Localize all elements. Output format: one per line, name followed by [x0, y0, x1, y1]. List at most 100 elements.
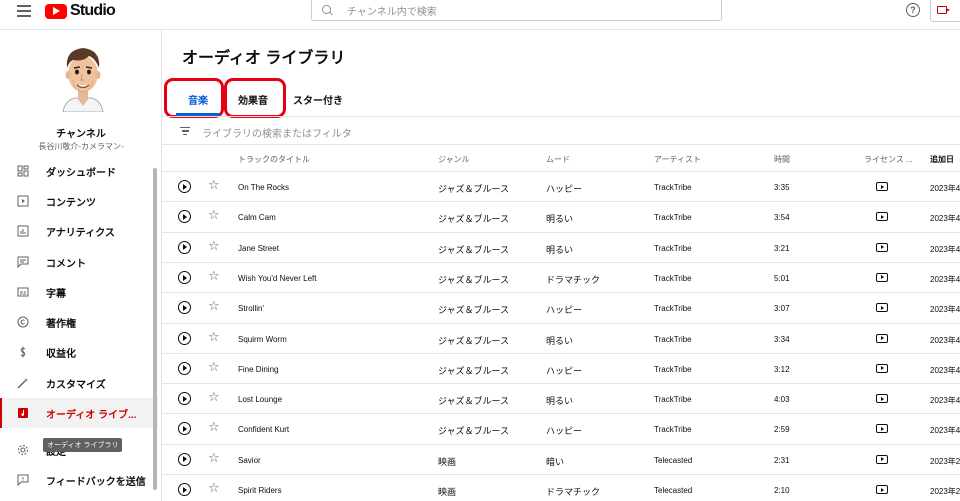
- video-camera-icon: [937, 6, 950, 14]
- sidebar-item-audio-library[interactable]: オーディオ ライブ...: [0, 398, 158, 428]
- track-title: Wish You'd Never Left: [238, 273, 317, 283]
- star-icon[interactable]: ☆: [208, 481, 220, 494]
- track-artist: TrackTribe: [654, 364, 692, 374]
- track-artist: TrackTribe: [654, 395, 692, 405]
- track-title: Confident Kurt: [238, 425, 290, 435]
- license-icon[interactable]: [876, 485, 888, 494]
- track-title: Jane Street: [238, 243, 279, 253]
- play-icon[interactable]: [178, 240, 191, 254]
- create-button[interactable]: [930, 0, 960, 22]
- column-header-artist[interactable]: アーティスト: [654, 154, 701, 165]
- filter-icon[interactable]: [180, 127, 190, 137]
- table-row[interactable]: ☆ Lost Lounge ジャズ＆ブルース 明るい TrackTribe 4:03 202…: [162, 383, 960, 413]
- column-header-duration[interactable]: 時間: [774, 154, 790, 165]
- star-icon[interactable]: ☆: [208, 208, 220, 221]
- table-row[interactable]: ☆ Calm Cam ジャズ＆ブルース 明るい TrackTribe 3:54 2023年4: [162, 201, 960, 231]
- customize-icon: [17, 378, 28, 389]
- license-icon[interactable]: [876, 363, 888, 373]
- search-input[interactable]: チャンネル内で検索: [311, 0, 722, 21]
- dashboard-icon: [17, 165, 29, 177]
- license-icon[interactable]: [876, 303, 888, 313]
- license-icon[interactable]: [876, 242, 888, 252]
- track-duration: 2:59: [774, 425, 790, 435]
- track-artist: TrackTribe: [654, 334, 692, 344]
- sidebar-item-analytics[interactable]: アナリティクス: [0, 216, 158, 246]
- star-icon[interactable]: ☆: [208, 360, 220, 373]
- column-header-genre[interactable]: ジャンル: [438, 154, 470, 165]
- tab-music[interactable]: 音楽: [188, 92, 208, 107]
- sidebar-item-label: コンテンツ: [46, 197, 96, 209]
- play-icon[interactable]: [178, 392, 191, 406]
- filter-input[interactable]: ライブラリの検索またはフィルタ: [202, 125, 352, 140]
- play-icon[interactable]: [178, 270, 191, 284]
- license-icon[interactable]: [876, 182, 888, 191]
- table-row[interactable]: ☆ Strollin' ジャズ＆ブルース ハッピー TrackTribe 3:07 2023…: [162, 292, 960, 322]
- audio-library-icon: [18, 408, 28, 418]
- table-row[interactable]: ☆ On The Rocks ジャズ＆ブルース ハッピー TrackTribe 3:35 2…: [162, 171, 960, 201]
- star-icon[interactable]: ☆: [208, 269, 220, 282]
- play-icon[interactable]: [178, 483, 191, 496]
- license-icon[interactable]: [876, 272, 888, 282]
- track-mood: ドラマチック: [546, 487, 601, 497]
- sidebar-item-copyright[interactable]: 著作権: [0, 307, 158, 337]
- play-icon[interactable]: [178, 180, 191, 193]
- track-title: On The Rocks: [238, 183, 289, 192]
- license-icon[interactable]: [876, 212, 888, 222]
- license-icon[interactable]: [876, 333, 888, 343]
- play-icon[interactable]: [178, 422, 191, 436]
- track-mood: 明るい: [546, 214, 574, 225]
- table-row[interactable]: ☆ Fine Dining ジャズ＆ブルース ハッピー TrackTribe 3:12 20…: [162, 352, 960, 383]
- logo-text: Studio: [70, 2, 116, 19]
- star-icon[interactable]: ☆: [208, 330, 220, 343]
- sidebar-item-comments[interactable]: コメント: [0, 247, 158, 277]
- license-icon[interactable]: [876, 454, 888, 464]
- star-icon[interactable]: ☆: [208, 178, 220, 191]
- table-row[interactable]: ☆ Jane Street ジャズ＆ブルース 明るい TrackTribe 3:21 202…: [162, 231, 960, 262]
- table-row[interactable]: ☆ Confident Kurt ジャズ＆ブルース ハッピー TrackTribe 2:5…: [162, 413, 960, 443]
- play-icon[interactable]: [178, 210, 191, 224]
- track-genre: ジャズ＆ブルース: [438, 396, 510, 407]
- track-added-date: 2023年4: [930, 274, 960, 284]
- filter-bar[interactable]: ライブラリの検索またはフィルタ: [162, 117, 960, 145]
- help-icon[interactable]: ?: [906, 3, 920, 17]
- table-row[interactable]: ☆ Wish You'd Never Left ジャズ＆ブルース ドラマチック Trac…: [162, 261, 960, 292]
- column-header-title[interactable]: トラックのタイトル: [238, 154, 310, 165]
- star-icon[interactable]: ☆: [208, 239, 220, 252]
- sidebar-item-dashboard[interactable]: ダッシュボード: [0, 156, 158, 186]
- play-icon[interactable]: [178, 452, 191, 466]
- track-added-date: 2023年4: [930, 426, 960, 436]
- sidebar-scrollbar[interactable]: [153, 168, 157, 490]
- sidebar-item-subtitles[interactable]: 字幕: [0, 277, 158, 307]
- track-genre: ジャズ＆ブルース: [438, 305, 510, 316]
- studio-logo[interactable]: Studio: [45, 2, 116, 20]
- table-row[interactable]: ☆ Savior 映画 暗い Telecasted 2:31 2023年2: [162, 443, 960, 474]
- track-title: Lost Lounge: [238, 395, 283, 405]
- menu-icon[interactable]: [17, 5, 31, 17]
- play-icon[interactable]: [178, 331, 191, 345]
- star-icon[interactable]: ☆: [208, 420, 220, 433]
- sidebar-item-content[interactable]: コンテンツ: [0, 186, 158, 216]
- sidebar-item-monetization[interactable]: 収益化: [0, 337, 158, 367]
- column-header-mood[interactable]: ムード: [546, 154, 570, 165]
- track-genre: ジャズ＆ブルース: [438, 426, 510, 437]
- tab-sound-effects[interactable]: 効果音: [238, 92, 268, 107]
- star-icon[interactable]: ☆: [208, 299, 220, 312]
- column-header-license[interactable]: ライセンス ...: [864, 154, 913, 165]
- license-icon[interactable]: [876, 394, 888, 404]
- analytics-icon: [17, 225, 29, 237]
- avatar[interactable]: [55, 44, 111, 112]
- track-artist: Telecasted: [654, 486, 693, 495]
- table-row[interactable]: ☆ Squirm Worm ジャズ＆ブルース 明るい TrackTribe 3:34 202…: [162, 322, 960, 353]
- track-mood: ハッピー: [546, 184, 583, 194]
- sidebar-item-customize[interactable]: カスタマイズ: [0, 368, 158, 398]
- table-row[interactable]: ☆ Spirit Riders 映画 ドラマチック Telecasted 2:10 2023…: [162, 474, 960, 501]
- column-header-added[interactable]: 追加日: [930, 154, 954, 165]
- tab-starred[interactable]: スター付き: [293, 92, 343, 107]
- license-icon[interactable]: [876, 424, 888, 434]
- track-genre: ジャズ＆ブルース: [438, 274, 510, 285]
- star-icon[interactable]: ☆: [208, 451, 220, 464]
- play-icon[interactable]: [178, 361, 191, 375]
- sidebar-item-feedback[interactable]: フィードバックを送信: [0, 465, 158, 495]
- play-icon[interactable]: [178, 301, 191, 315]
- star-icon[interactable]: ☆: [208, 390, 220, 403]
